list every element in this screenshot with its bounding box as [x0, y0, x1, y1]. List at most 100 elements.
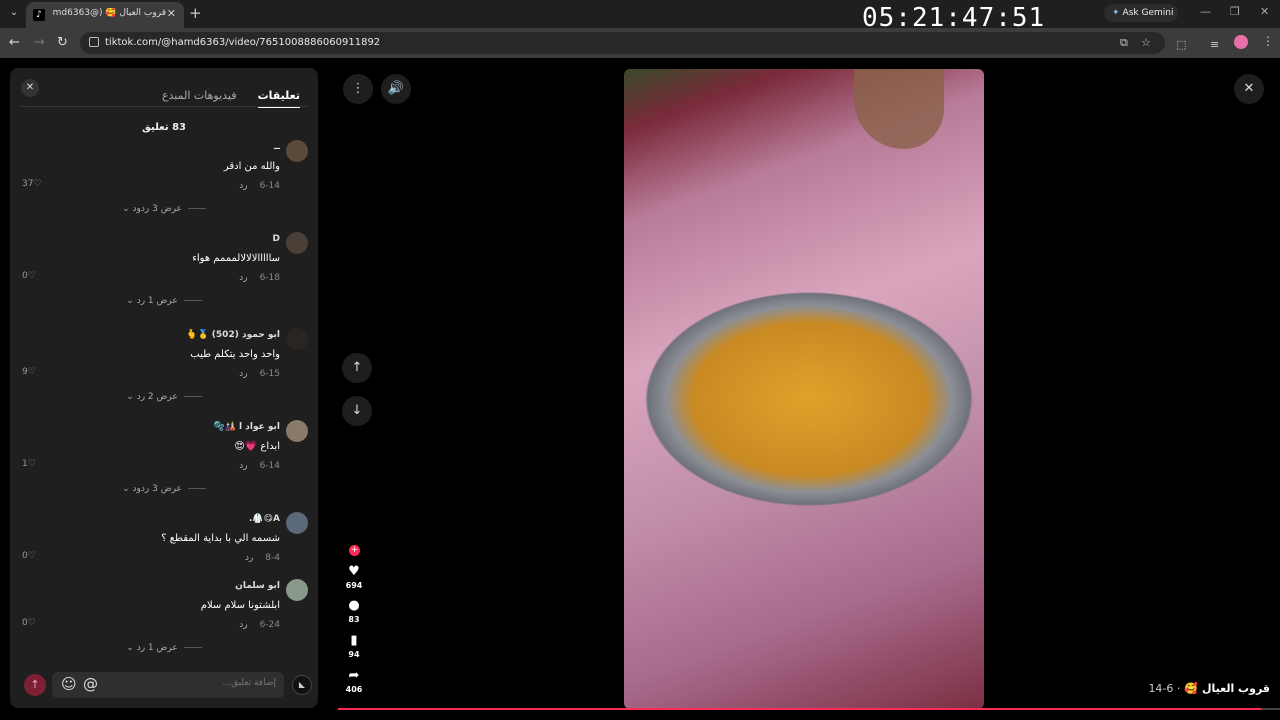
comment-author[interactable]: A😋🥼.	[249, 514, 280, 524]
avatar[interactable]	[286, 140, 308, 162]
close-video-icon[interactable]: ✕	[1234, 74, 1264, 104]
site-info-icon[interactable]	[89, 37, 99, 47]
share-video-button[interactable]: ➦ 406	[342, 668, 366, 694]
comments-panel: ✕ تعليقات فيديوهات المبدع 83 تعليق ــ وا…	[10, 68, 318, 708]
avatar[interactable]	[286, 579, 308, 601]
bookmark-icon: ▮	[350, 633, 358, 648]
reply-button[interactable]: رد	[239, 181, 247, 191]
mention-icon[interactable]: @	[83, 675, 98, 693]
comment-text: سااااالالالالمممم هواء	[192, 253, 280, 264]
comment-date: 6-15	[259, 369, 280, 379]
tab-creator-videos[interactable]: فيديوهات المبدع	[162, 89, 237, 106]
browser-menu-icon[interactable]: ⋮	[1262, 34, 1274, 48]
reply-button[interactable]: رد	[239, 461, 247, 471]
avatar[interactable]	[286, 328, 308, 350]
window-close-icon[interactable]: ✕	[1260, 5, 1269, 18]
next-video-button[interactable]: ↓	[342, 396, 372, 426]
follow-plus-icon[interactable]: +	[349, 545, 360, 556]
avatar[interactable]	[286, 512, 308, 534]
heart-outline-icon: ♡	[27, 618, 36, 628]
bookmark-star-icon[interactable]: ☆	[1141, 36, 1151, 49]
like-button[interactable]: 0♡	[22, 271, 36, 281]
avatar[interactable]	[286, 420, 308, 442]
emoji-icon[interactable]: ☺	[61, 675, 77, 693]
like-button[interactable]: 0♡	[22, 551, 36, 561]
maximize-icon[interactable]: ❐	[1230, 5, 1240, 18]
view-replies-button[interactable]: عرض 1 رد ⌄	[10, 296, 318, 306]
tab-search-icon[interactable]: ⌄	[6, 5, 22, 21]
comment-text: واحد واحد يتكلم طيب	[190, 349, 280, 360]
like-button[interactable]: 0♡	[22, 618, 36, 628]
browser-tab[interactable]: ♪ قروب العيال 🥰 (@hamd6363) | ✕	[26, 2, 184, 28]
view-replies-button[interactable]: عرض 2 رد ⌄	[10, 392, 318, 402]
caption-author[interactable]: قروب العيال 🥰	[1184, 682, 1270, 695]
divider	[20, 106, 308, 107]
minimize-icon[interactable]: —	[1200, 5, 1211, 18]
like-button[interactable]: 9♡	[22, 367, 36, 377]
divider	[183, 300, 202, 301]
volume-icon[interactable]: 🔊	[381, 74, 411, 104]
arrow-up-icon: ↑	[30, 678, 40, 691]
comment-video-button[interactable]: ● 83	[342, 598, 366, 624]
view-replies-label: عرض 3 ردود	[132, 484, 182, 494]
arrow-up-icon: ↑	[351, 360, 363, 375]
more-options-icon[interactable]: ⋮	[343, 74, 373, 104]
comment-author[interactable]: ابو عواد ا 🎎🫧	[214, 422, 281, 432]
chevron-down-icon: ⌄	[126, 643, 134, 653]
new-tab-icon[interactable]: +	[189, 4, 202, 22]
chevron-down-icon: ⌄	[122, 484, 130, 494]
comment-author[interactable]: ابو حمود (502) 🥇🫰	[186, 330, 280, 340]
arrow-down-icon: ↓	[351, 403, 363, 418]
cast-icon[interactable]: ⧉	[1120, 36, 1128, 50]
my-avatar[interactable]: ◣	[292, 675, 312, 695]
previous-video-button[interactable]: ↑	[342, 353, 372, 383]
video-progress-bar[interactable]	[338, 708, 1280, 710]
caption-date: · 6-14	[1148, 682, 1181, 695]
back-icon[interactable]: ←	[9, 35, 20, 50]
comment-icon: ●	[348, 598, 360, 613]
comment-date: 6-14	[259, 181, 280, 191]
save-video-button[interactable]: ▮ 94	[342, 633, 366, 659]
like-button[interactable]: 37♡	[22, 179, 42, 189]
ask-gemini-button[interactable]: ✦ Ask Gemini	[1104, 4, 1178, 22]
comment-meta: 6-14 رد	[239, 181, 280, 191]
view-replies-button[interactable]: عرض 3 ردود ⌄	[10, 204, 318, 214]
url-field[interactable]: tiktok.com/@hamd6363/video/7651008886060…	[80, 32, 1165, 54]
comment-author[interactable]: ــ	[274, 142, 280, 152]
avatar[interactable]	[286, 232, 308, 254]
reply-button[interactable]: رد	[245, 553, 253, 563]
tab-close-icon[interactable]: ✕	[167, 7, 176, 20]
like-count: 37	[22, 179, 34, 189]
progress-fill	[338, 708, 1262, 710]
comment-meta: 8-4 رد	[245, 553, 280, 563]
view-replies-button[interactable]: عرض 3 ردود ⌄	[10, 484, 318, 494]
like-button[interactable]: 1♡	[22, 459, 36, 469]
comment-meta: 6-14 رد	[239, 461, 280, 471]
comment-input-box[interactable]: ☺ @	[52, 672, 284, 698]
comment-date: 8-4	[265, 553, 280, 563]
reply-button[interactable]: رد	[239, 369, 247, 379]
close-panel-icon[interactable]: ✕	[21, 79, 39, 97]
comment-author[interactable]: D	[273, 234, 280, 244]
comment-item: ابو سلمان ابلشتونا سلام سلام 6-24 رد 0♡ ع…	[10, 579, 318, 669]
view-replies-button[interactable]: عرض 1 رد ⌄	[10, 643, 318, 653]
tiktok-icon: ♪	[33, 9, 45, 21]
profile-avatar[interactable]	[1234, 35, 1248, 49]
comment-date: 6-24	[259, 620, 280, 630]
video-player[interactable]	[624, 69, 984, 709]
save-count: 94	[348, 650, 360, 659]
reload-icon[interactable]: ↻	[57, 35, 68, 50]
gemini-icon: ✦	[1112, 8, 1120, 18]
extensions-icon[interactable]: ⬚	[1176, 38, 1186, 51]
reading-list-icon[interactable]: ≡	[1210, 38, 1219, 51]
reply-button[interactable]: رد	[239, 273, 247, 283]
like-video-button[interactable]: ♥ 694	[342, 564, 366, 590]
forward-icon[interactable]: →	[34, 35, 45, 50]
send-button[interactable]: ↑	[24, 674, 46, 696]
divider	[187, 488, 206, 489]
comment-author[interactable]: ابو سلمان	[235, 581, 280, 591]
reply-button[interactable]: رد	[239, 620, 247, 630]
comment-input[interactable]	[126, 678, 276, 688]
comment-composer: ↑ ☺ @ ◣	[20, 671, 312, 701]
comment-text: شسمه الي با بداية المقطع ؟	[161, 533, 280, 544]
